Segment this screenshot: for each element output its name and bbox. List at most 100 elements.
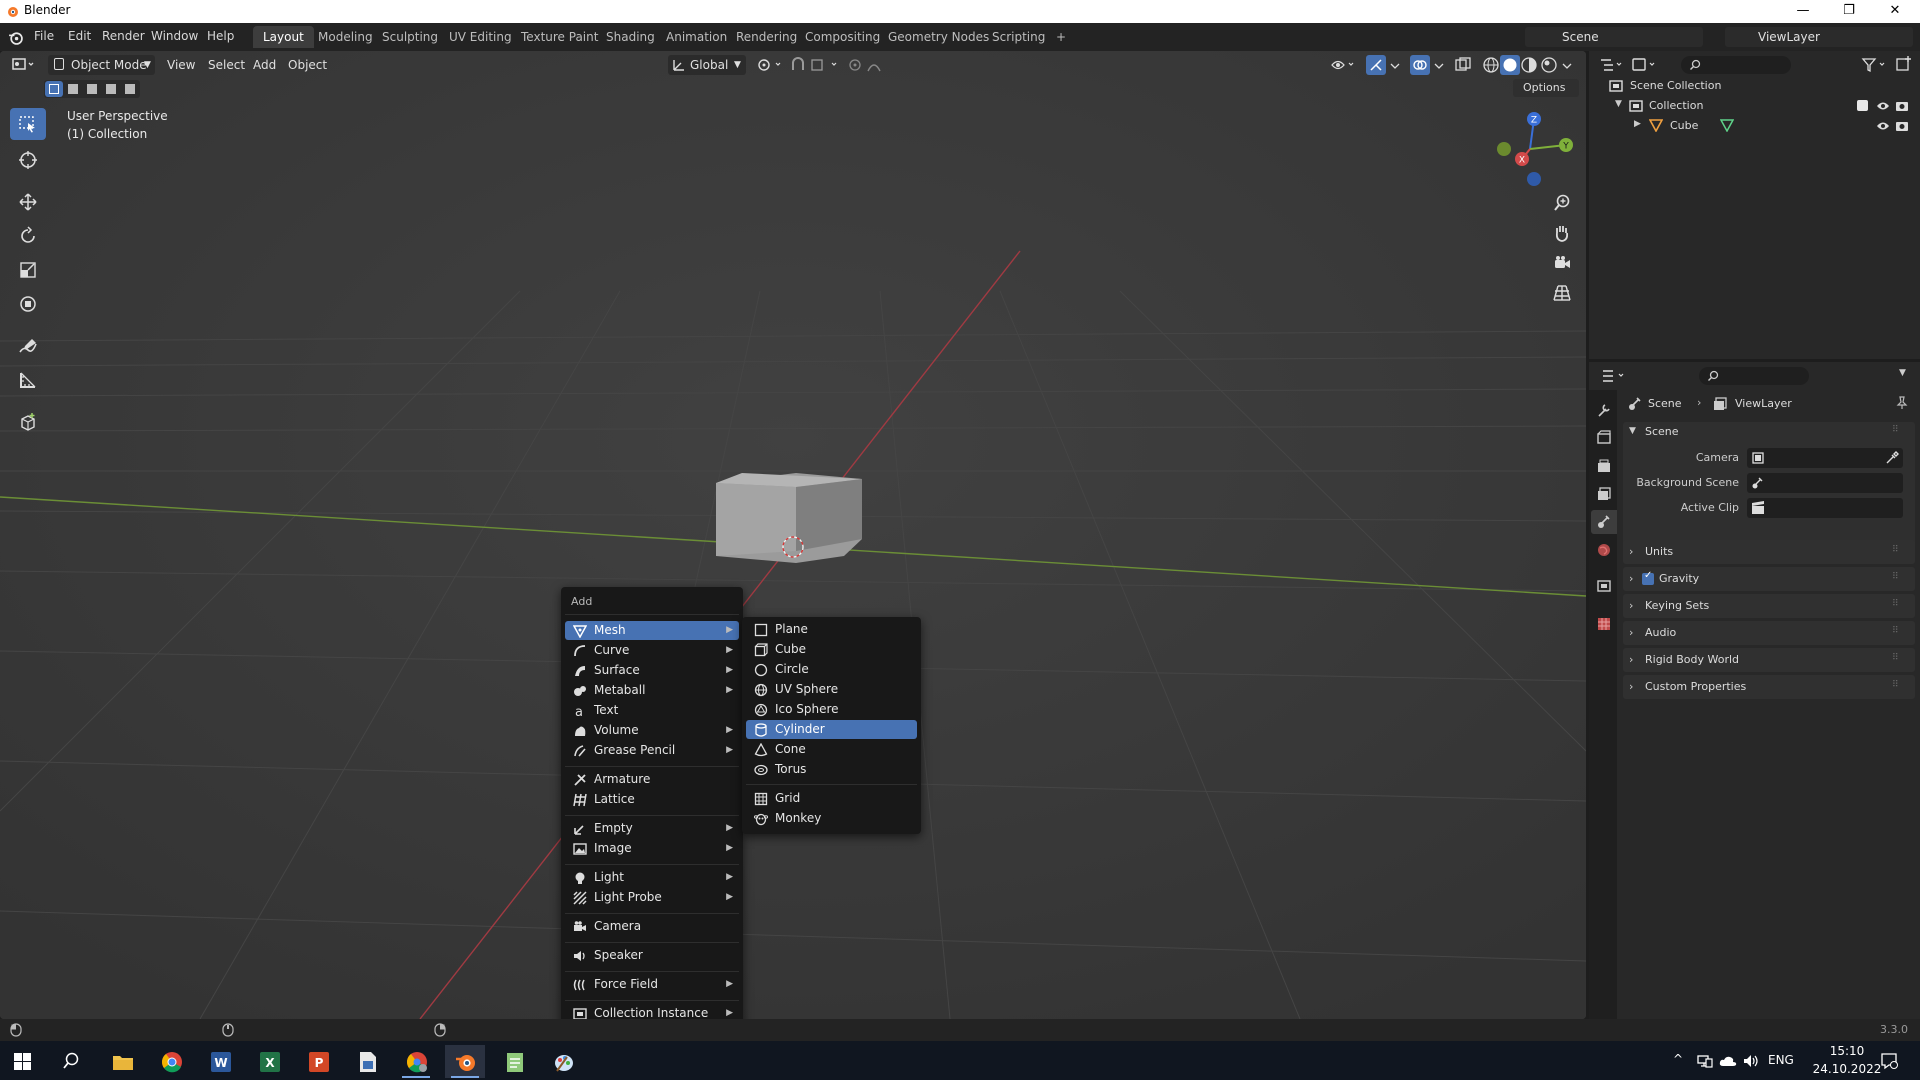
- panel-grip-icon[interactable]: ⠿: [1892, 425, 1899, 435]
- tab-animation[interactable]: Animation: [656, 26, 737, 48]
- select-box-tool[interactable]: [10, 108, 46, 140]
- menu-item-uv-sphere[interactable]: UV Sphere: [746, 680, 917, 699]
- cursor-tool[interactable]: [10, 144, 46, 176]
- select-subtract-icon[interactable]: [87, 84, 97, 94]
- restore-button[interactable]: ❐: [1826, 0, 1872, 23]
- menu-file[interactable]: File: [34, 29, 54, 43]
- material-preview-icon[interactable]: [1520, 56, 1538, 74]
- scene-panel-expand-icon[interactable]: ▼: [1629, 426, 1636, 436]
- visibility-selectability-icon[interactable]: [1330, 56, 1356, 74]
- collection-expand-icon[interactable]: ▼: [1615, 99, 1622, 109]
- mesh-data-icon[interactable]: [1720, 118, 1734, 132]
- transform-tool[interactable]: [10, 288, 46, 320]
- pivot-point-icon[interactable]: [756, 57, 784, 73]
- outliner-collection[interactable]: Collection: [1649, 99, 1703, 112]
- menu-item-camera[interactable]: Camera: [565, 917, 739, 936]
- clock-date[interactable]: 24.10.2022: [1807, 1062, 1887, 1076]
- notifications-icon[interactable]: [1880, 1052, 1898, 1070]
- menu-item-metaball[interactable]: Metaball ▶: [565, 681, 739, 700]
- menu-item-cone[interactable]: Cone: [746, 740, 917, 759]
- menu-edit[interactable]: Edit: [68, 29, 91, 43]
- network-icon[interactable]: [1697, 1053, 1713, 1069]
- outliner-cube[interactable]: Cube: [1670, 119, 1698, 132]
- filter-icon[interactable]: [1861, 56, 1889, 74]
- annotate-tool[interactable]: [10, 330, 46, 362]
- volume-tray-icon[interactable]: [1743, 1053, 1761, 1069]
- display-mode-icon[interactable]: [1631, 56, 1659, 74]
- outliner-scene-collection[interactable]: Scene Collection: [1630, 79, 1721, 92]
- collection-render-icon[interactable]: [1895, 100, 1909, 112]
- navigation-gizmo[interactable]: Z Y X: [1494, 109, 1574, 189]
- menu-item-speaker[interactable]: Speaker: [565, 946, 739, 965]
- gravity-panel[interactable]: › ✓ Gravity ⠿: [1623, 567, 1915, 591]
- wireframe-shading-icon[interactable]: [1482, 56, 1500, 74]
- scale-tool[interactable]: [10, 254, 46, 286]
- cube-eye-icon[interactable]: [1876, 120, 1890, 132]
- tray-chevron-icon[interactable]: ^: [1673, 1052, 1683, 1066]
- active-clip-field[interactable]: [1747, 498, 1903, 518]
- shading-dropdown-icon[interactable]: [1560, 56, 1574, 74]
- chrome-app[interactable]: [151, 1045, 191, 1078]
- blender-menu-icon[interactable]: [8, 30, 23, 45]
- menu-item-ico-sphere[interactable]: Ico Sphere: [746, 700, 917, 719]
- add-cube-tool[interactable]: [10, 406, 46, 438]
- onedrive-icon[interactable]: [1719, 1054, 1737, 1068]
- menu-item-surface[interactable]: Surface ▶: [565, 661, 739, 680]
- view-layer-tab-icon[interactable]: [1596, 486, 1612, 502]
- menu-item-light-probe[interactable]: Light Probe ▶: [565, 888, 739, 907]
- menu-item-text[interactable]: a Text: [565, 701, 739, 720]
- clock-time[interactable]: 15:10: [1817, 1044, 1877, 1058]
- tab-scripting[interactable]: Scripting: [982, 26, 1055, 48]
- properties-options-chevron-icon[interactable]: ▼: [1899, 368, 1906, 378]
- world-tab-icon[interactable]: [1596, 542, 1612, 558]
- menu-item-curve[interactable]: Curve ▶: [565, 641, 739, 660]
- menu-item-armature[interactable]: Armature: [565, 770, 739, 789]
- xray-toggle-icon[interactable]: [1454, 56, 1472, 74]
- menu-item-cylinder[interactable]: Cylinder: [746, 720, 917, 739]
- menu-item-torus[interactable]: Torus: [746, 760, 917, 779]
- menu-item-cube[interactable]: Cube: [746, 640, 917, 659]
- menu-item-circle[interactable]: Circle: [746, 660, 917, 679]
- blender-app[interactable]: [445, 1045, 485, 1078]
- rendered-shading-icon[interactable]: [1540, 56, 1558, 74]
- move-tool[interactable]: [10, 186, 46, 218]
- menu-item-grease-pencil[interactable]: Grease Pencil ▶: [565, 741, 739, 760]
- collection-eye-icon[interactable]: [1876, 100, 1890, 112]
- render-tab-icon[interactable]: [1596, 430, 1612, 446]
- menu-item-monkey[interactable]: Monkey: [746, 809, 917, 828]
- gizmo-dropdown-icon[interactable]: [1388, 56, 1402, 74]
- outliner-editor-type-icon[interactable]: [1599, 56, 1625, 74]
- tab-uv-editing[interactable]: UV Editing: [439, 26, 522, 48]
- snap-icon[interactable]: [790, 57, 842, 73]
- close-button[interactable]: ✕: [1872, 0, 1918, 23]
- viewport-menu-object[interactable]: Object: [288, 55, 327, 75]
- keying-sets-panel[interactable]: › Keying Sets ⠿: [1623, 594, 1915, 618]
- tab-layout[interactable]: Layout: [253, 26, 314, 48]
- collection-checkbox[interactable]: [1857, 100, 1868, 111]
- cube-render-icon[interactable]: [1895, 120, 1909, 132]
- menu-item-mesh[interactable]: Mesh ▶: [565, 621, 739, 640]
- zoom-icon[interactable]: [1552, 193, 1572, 213]
- chrome-profile-app[interactable]: [396, 1045, 436, 1078]
- measure-tool[interactable]: [10, 364, 46, 396]
- custom-properties-panel[interactable]: › Custom Properties ⠿: [1623, 675, 1915, 699]
- camera-view-icon[interactable]: [1552, 253, 1572, 273]
- audio-panel[interactable]: › Audio ⠿: [1623, 621, 1915, 645]
- menu-item-lattice[interactable]: Lattice: [565, 790, 739, 809]
- taskbar-search-icon[interactable]: [62, 1052, 80, 1070]
- minimize-button[interactable]: —: [1780, 0, 1826, 23]
- new-collection-icon[interactable]: [1895, 55, 1913, 73]
- menu-item-image[interactable]: Image ▶: [565, 839, 739, 858]
- powerpoint-app[interactable]: P: [298, 1045, 338, 1078]
- select-extend-icon[interactable]: [68, 84, 78, 94]
- scene-panel-header[interactable]: Scene: [1645, 425, 1679, 438]
- eyedropper-icon[interactable]: [1885, 451, 1899, 465]
- pan-hand-icon[interactable]: [1552, 223, 1572, 243]
- select-invert-icon[interactable]: [106, 84, 116, 94]
- viewport-menu-add[interactable]: Add: [253, 55, 276, 75]
- menu-item-force-field[interactable]: Force Field ▶: [565, 975, 739, 994]
- overlays-dropdown-icon[interactable]: [1432, 56, 1446, 74]
- menu-render[interactable]: Render: [102, 29, 145, 43]
- background-scene-field[interactable]: [1747, 473, 1903, 493]
- menu-item-plane[interactable]: Plane: [746, 620, 917, 639]
